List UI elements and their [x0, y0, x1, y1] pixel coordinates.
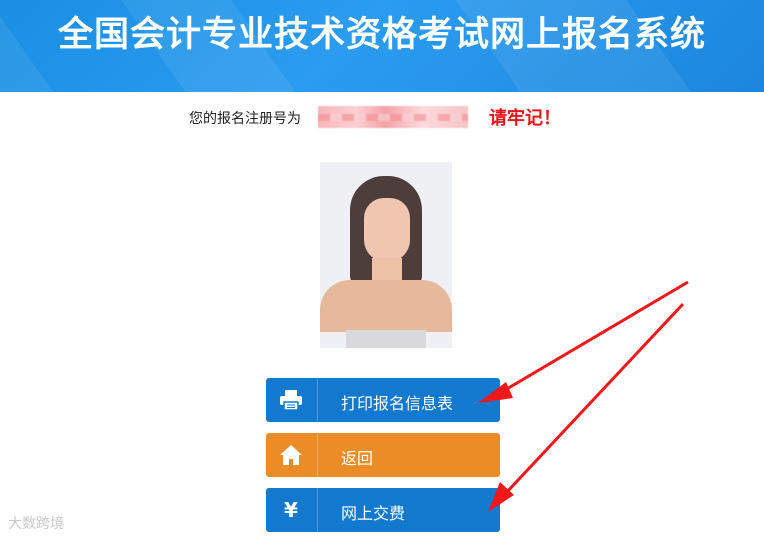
annotation-arrow — [488, 302, 685, 512]
photo-neck — [372, 258, 402, 282]
registration-line: 您的报名注册号为 请牢记！ — [0, 104, 764, 129]
print-registration-button[interactable]: 打印报名信息表 — [266, 378, 500, 422]
print-registration-label: 打印报名信息表 — [341, 394, 454, 413]
button-divider — [317, 378, 318, 422]
home-icon — [266, 433, 316, 477]
registration-number-redacted — [318, 106, 468, 128]
registration-label: 您的报名注册号为 — [189, 111, 301, 127]
yen-symbol: ¥ — [284, 498, 298, 522]
online-payment-button[interactable]: ¥ 网上交费 — [266, 488, 500, 532]
button-divider — [317, 488, 318, 532]
photo-bottom — [346, 330, 426, 348]
annotation-arrow — [478, 280, 689, 403]
photo-face — [364, 198, 410, 262]
remember-notice: 请牢记！ — [489, 108, 561, 129]
header-banner: 全国会计专业技术资格考试网上报名系统 — [0, 0, 764, 92]
printer-icon — [266, 378, 316, 422]
yen-icon: ¥ — [266, 488, 316, 532]
page-title: 全国会计专业技术资格考试网上报名系统 — [57, 15, 706, 55]
back-button[interactable]: 返回 — [266, 433, 500, 477]
applicant-photo — [320, 162, 452, 348]
watermark: 大数跨境 — [8, 516, 64, 532]
back-label: 返回 — [341, 449, 374, 468]
photo-shoulders — [320, 280, 452, 332]
button-divider — [317, 433, 318, 477]
online-payment-label: 网上交费 — [341, 504, 406, 523]
